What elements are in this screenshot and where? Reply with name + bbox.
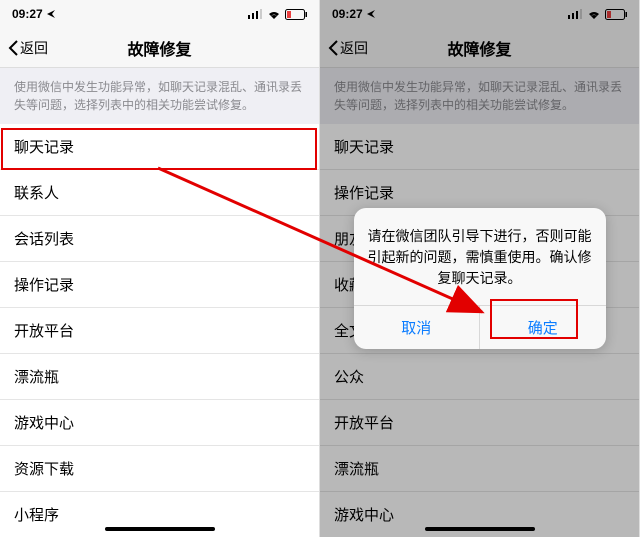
status-bar: 09:27 xyxy=(0,0,319,28)
signal-icon xyxy=(248,9,263,19)
home-indicator[interactable] xyxy=(425,527,535,531)
list-item[interactable]: 开放平台 xyxy=(0,308,319,354)
phone-right: 09:27 返回 故障修复 使用微信中发生功能异常，如聊天记录混乱、通讯录丢失等… xyxy=(320,0,640,537)
description-text: 使用微信中发生功能异常，如聊天记录混乱、通讯录丢失等问题，选择列表中的相关功能尝… xyxy=(0,68,319,124)
phone-left: 09:27 返回 故障修复 使用微信中发生功能异常，如聊天记录混乱、通讯录丢失等… xyxy=(0,0,320,537)
list-item[interactable]: 聊天记录 xyxy=(0,124,319,170)
status-time: 09:27 xyxy=(12,7,43,21)
confirm-alert: 请在微信团队引导下进行，否则可能引起新的问题，需慎重使用。确认修复聊天记录。 取… xyxy=(354,208,606,349)
back-label: 返回 xyxy=(20,38,48,58)
wifi-icon xyxy=(267,9,281,19)
chevron-left-icon xyxy=(8,40,18,56)
list-item[interactable]: 操作记录 xyxy=(0,262,319,308)
list-item[interactable]: 漂流瓶 xyxy=(0,354,319,400)
home-indicator[interactable] xyxy=(105,527,215,531)
nav-bar: 返回 故障修复 xyxy=(0,28,319,68)
list-item[interactable]: 联系人 xyxy=(0,170,319,216)
list-item[interactable]: 游戏中心 xyxy=(0,400,319,446)
list-item[interactable]: 资源下载 xyxy=(0,446,319,492)
cancel-button[interactable]: 取消 xyxy=(354,306,480,349)
back-button[interactable]: 返回 xyxy=(0,38,56,58)
alert-buttons: 取消 确定 xyxy=(354,305,606,349)
repair-list-left: 聊天记录联系人会话列表操作记录开放平台漂流瓶游戏中心资源下载小程序小程序会话 xyxy=(0,124,319,537)
alert-message: 请在微信团队引导下进行，否则可能引起新的问题，需慎重使用。确认修复聊天记录。 xyxy=(354,208,606,305)
list-item[interactable]: 会话列表 xyxy=(0,216,319,262)
location-icon xyxy=(47,10,55,18)
confirm-button[interactable]: 确定 xyxy=(479,306,606,349)
battery-icon xyxy=(285,9,307,20)
